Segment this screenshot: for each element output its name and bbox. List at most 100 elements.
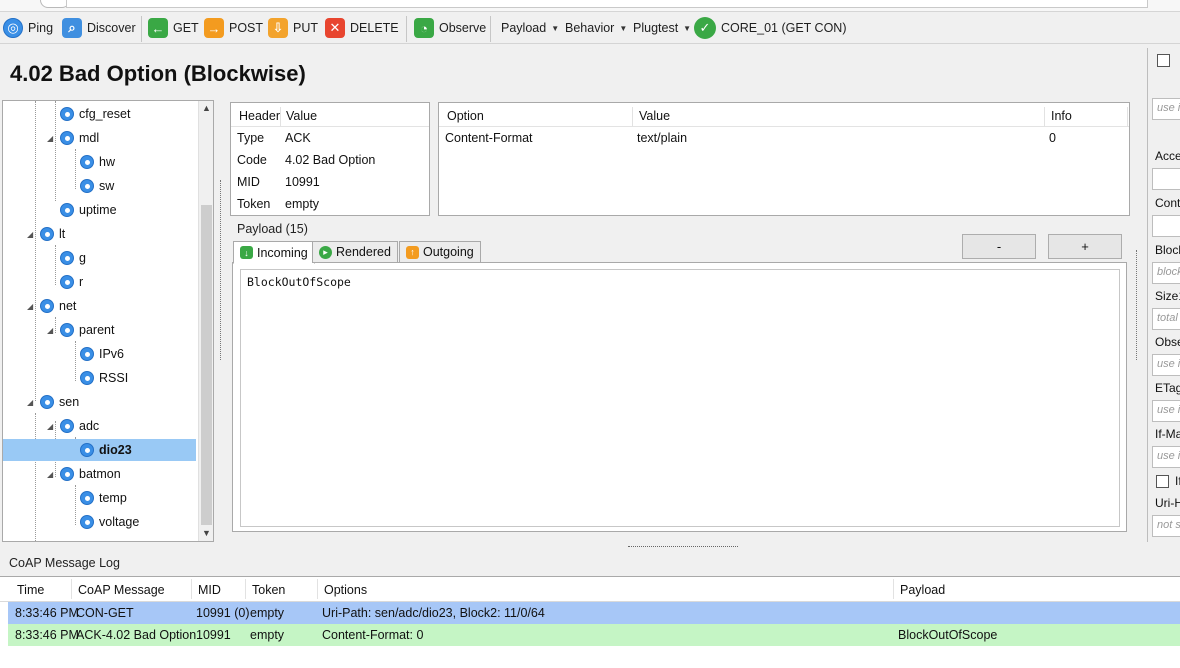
tree-node-sw[interactable]: sw: [67, 175, 114, 197]
log-options: Uri-Path: sen/adc/dio23, Block2: 11/0/64: [322, 606, 545, 620]
table-row[interactable]: 8:33:46 PM ACK-4.02 Bad Option 10991 emp…: [8, 624, 1180, 646]
if-match-input[interactable]: use i: [1152, 446, 1180, 468]
tree-node-label: uptime: [79, 203, 117, 217]
right-splitter[interactable]: [1136, 250, 1142, 360]
tree-node-rssi[interactable]: RSSI: [67, 367, 128, 389]
log-message: ACK-4.02 Bad Option: [76, 628, 197, 642]
block-label: Block: [1155, 243, 1180, 257]
tree-guide: [35, 101, 36, 401]
expand-arrow-icon[interactable]: ◢: [47, 134, 55, 143]
column-divider[interactable]: [280, 107, 281, 127]
payload-decrease-button[interactable]: -: [962, 234, 1036, 259]
column-divider[interactable]: [1127, 107, 1128, 127]
accept-input[interactable]: [1152, 168, 1180, 190]
column-header: Payload: [900, 583, 946, 597]
scroll-up-icon[interactable]: ▲: [202, 103, 211, 113]
tree-node-label: batmon: [79, 467, 121, 481]
options-table: Option Value Info Content-Format text/pl…: [438, 102, 1130, 216]
tree-node-temp[interactable]: temp: [67, 487, 127, 509]
tree-node-voltage[interactable]: voltage: [67, 511, 139, 533]
tree-node-label: temp: [99, 491, 127, 505]
plugtest-menu[interactable]: Plugtest ▼: [633, 16, 691, 40]
payload-text-area[interactable]: BlockOutOfScope: [240, 269, 1120, 527]
discover-button[interactable]: ⌕ Discover: [62, 16, 136, 40]
tab-rendered[interactable]: ▸ Rendered: [312, 241, 398, 263]
observe-button[interactable]: ◔ Observe: [414, 16, 486, 40]
arrow-right-icon: →: [204, 18, 224, 38]
header-value: empty: [285, 197, 320, 211]
ping-button[interactable]: ◎ Ping: [3, 16, 53, 40]
tab-outgoing[interactable]: ↑ Outgoing: [399, 241, 481, 263]
column-divider[interactable]: [893, 579, 894, 599]
tree-node-ipv6[interactable]: IPv6: [67, 343, 124, 365]
column-divider[interactable]: [245, 579, 246, 599]
tree-node-batmon[interactable]: ◢ batmon: [47, 463, 121, 485]
resource-icon: [60, 251, 74, 265]
resource-icon: [40, 299, 54, 313]
observe-option-input[interactable]: use i: [1152, 354, 1180, 376]
tree-node-sen[interactable]: ◢ sen: [27, 391, 79, 413]
expand-arrow-icon[interactable]: ◢: [47, 326, 55, 335]
resource-icon: [60, 203, 74, 217]
column-divider[interactable]: [1044, 107, 1045, 127]
address-bar[interactable]: [66, 0, 1148, 8]
payload-increase-button[interactable]: +: [1048, 234, 1122, 259]
if-none-match-checkbox[interactable]: [1156, 475, 1169, 488]
table-row[interactable]: 8:33:46 PM CON-GET 10991 (0) empty Uri-P…: [8, 602, 1180, 624]
content-format-label: Cont: [1155, 196, 1180, 210]
tree-node-label: adc: [79, 419, 100, 433]
tree-node-g[interactable]: g: [47, 247, 86, 269]
tree-node-uptime[interactable]: uptime: [47, 199, 117, 221]
tree-scrollbar-thumb[interactable]: [201, 205, 212, 525]
left-splitter[interactable]: [220, 180, 226, 360]
incoming-icon: ↓: [240, 246, 253, 259]
expand-arrow-icon[interactable]: ◢: [47, 470, 55, 479]
expand-arrow-icon[interactable]: ◢: [27, 398, 35, 407]
expand-arrow-icon[interactable]: ◢: [27, 302, 35, 311]
tab-incoming[interactable]: ↓ Incoming: [233, 241, 315, 264]
chevron-down-icon: ▼: [551, 23, 560, 33]
tree-node-label: mdl: [79, 131, 100, 145]
observe-label: Observe: [439, 21, 487, 35]
tree-node-hw[interactable]: hw: [67, 151, 115, 173]
table-row: MID 10991: [231, 171, 429, 193]
plugtest-status-label: CORE_01 (GET CON): [721, 21, 847, 35]
tree-node-adc[interactable]: ◢ adc: [47, 415, 99, 437]
table-row[interactable]: Content-Format text/plain 0: [439, 127, 1129, 149]
tree-node-lt[interactable]: ◢ lt: [27, 223, 65, 245]
column-divider[interactable]: [71, 579, 72, 599]
block-input[interactable]: block: [1152, 262, 1180, 284]
size1-input[interactable]: total: [1152, 308, 1180, 330]
tree-node-cfg-reset[interactable]: cfg_reset: [47, 103, 130, 125]
tree-scrollbar[interactable]: ▲ ▼: [198, 101, 213, 541]
tree-node-label: g: [79, 251, 86, 265]
resource-icon: [60, 275, 74, 289]
put-button[interactable]: ⇩ PUT: [268, 16, 318, 40]
option-name: Content-Format: [445, 131, 533, 145]
payload-menu[interactable]: Payload ▼: [501, 16, 559, 40]
horizontal-splitter[interactable]: [0, 546, 1142, 552]
tree-node-parent[interactable]: ◢ parent: [47, 319, 114, 341]
uri-host-input[interactable]: not s: [1152, 515, 1180, 537]
etag-input[interactable]: use i: [1152, 400, 1180, 422]
plugtest-status[interactable]: ✓ CORE_01 (GET CON): [694, 16, 847, 40]
tree-node-dio23[interactable]: dio23: [3, 439, 196, 461]
tree-node-label: lt: [59, 227, 66, 241]
option-checkbox[interactable]: [1157, 54, 1170, 67]
post-button[interactable]: → POST: [204, 16, 263, 40]
column-divider[interactable]: [191, 579, 192, 599]
scroll-down-icon[interactable]: ▼: [202, 528, 211, 538]
column-divider[interactable]: [317, 579, 318, 599]
delete-button[interactable]: ✕ DELETE: [325, 16, 399, 40]
column-divider[interactable]: [632, 107, 633, 127]
behavior-menu[interactable]: Behavior ▼: [565, 16, 627, 40]
expand-arrow-icon[interactable]: ◢: [27, 230, 35, 239]
tree-node-net[interactable]: ◢ net: [27, 295, 76, 317]
expand-arrow-icon[interactable]: ◢: [47, 422, 55, 431]
tree-node-r[interactable]: r: [47, 271, 83, 293]
tree-guide: [35, 413, 36, 541]
get-button[interactable]: ← GET: [148, 16, 199, 40]
option-input[interactable]: use i: [1152, 98, 1180, 120]
tree-node-mdl[interactable]: ◢ mdl: [47, 127, 99, 149]
content-format-input[interactable]: [1152, 215, 1180, 237]
